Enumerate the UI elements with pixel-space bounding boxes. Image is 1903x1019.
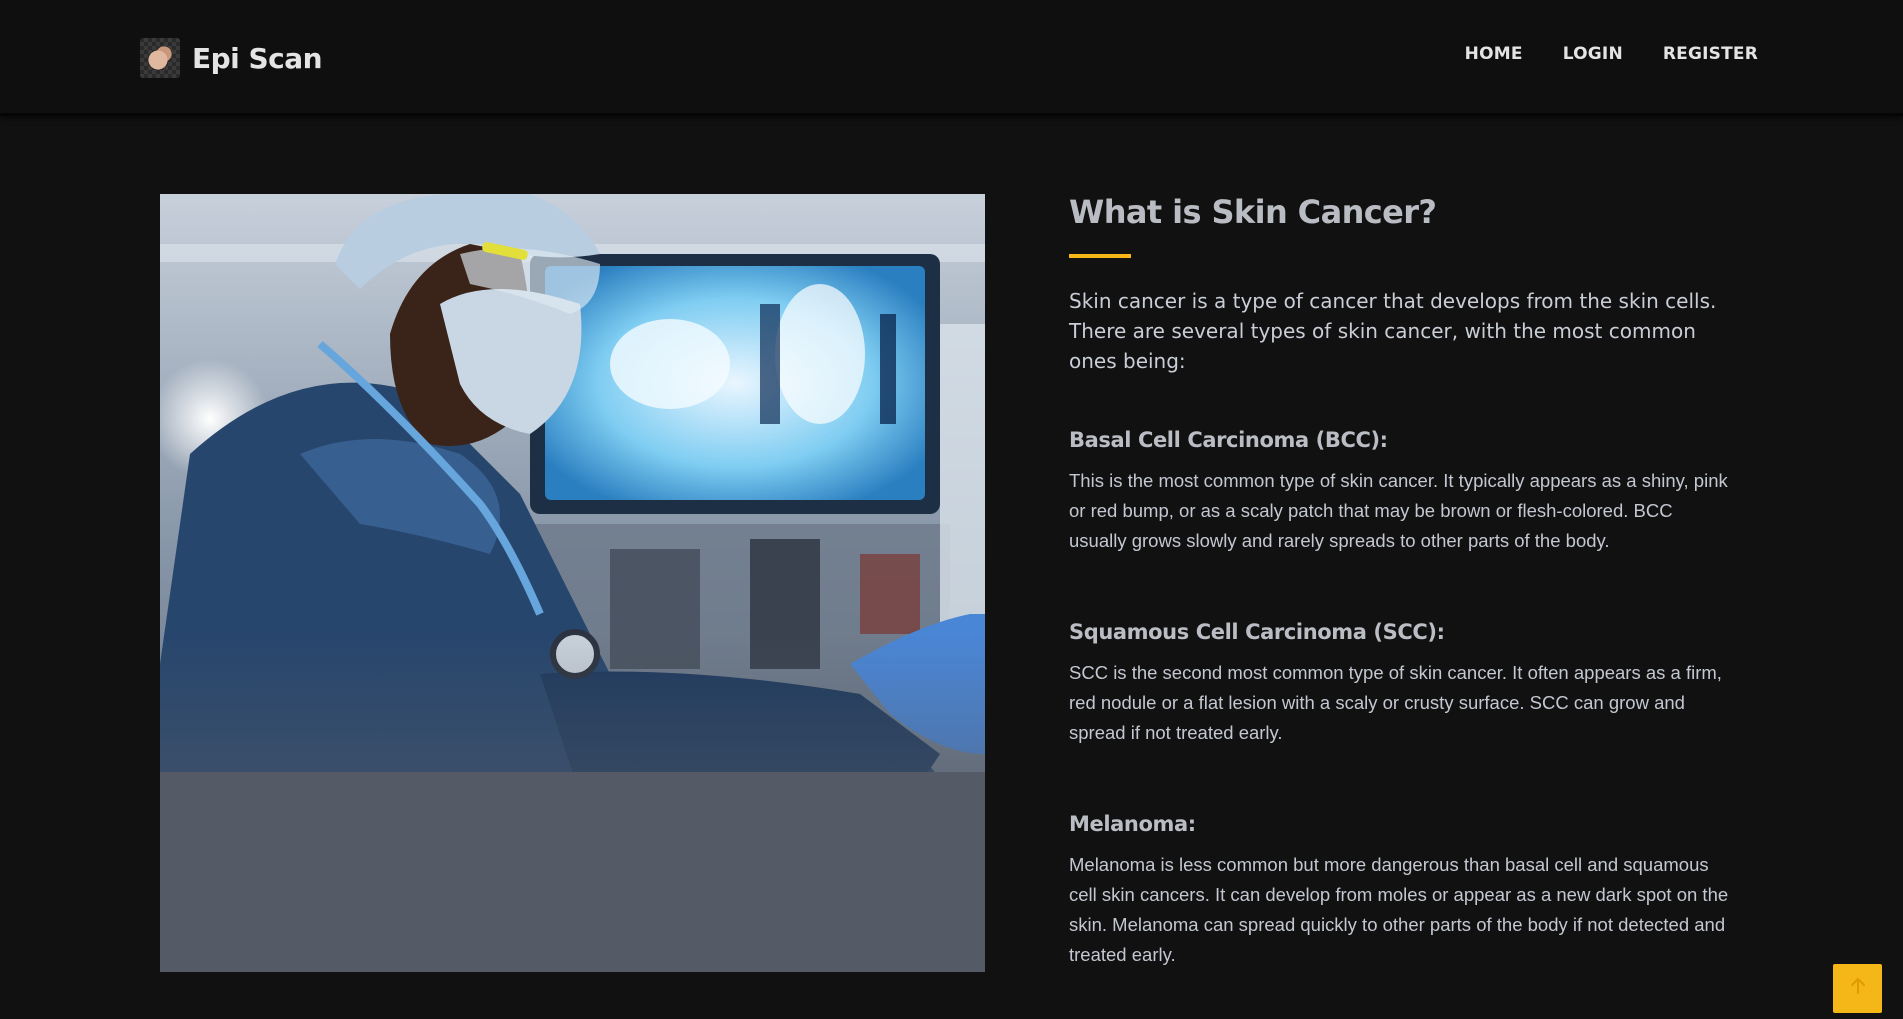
section-body: Melanoma is less common but more dangero…: [1069, 854, 1729, 965]
doctor-hero-image: [160, 194, 985, 972]
site-header: Epi Scan HOME LOGIN REGISTER: [0, 0, 1903, 116]
section-bcc: Basal Cell Carcinoma (BCC): This is the …: [1069, 426, 1729, 556]
section-heading: Squamous Cell Carcinoma (SCC):: [1069, 620, 1445, 644]
title-underline: [1069, 254, 1131, 258]
intro-text: Skin cancer is a type of cancer that dev…: [1069, 289, 1717, 373]
section-heading: Melanoma:: [1069, 812, 1196, 836]
nav-register[interactable]: REGISTER: [1663, 44, 1758, 64]
scroll-to-top-button[interactable]: [1833, 964, 1882, 1013]
brand-link[interactable]: Epi Scan: [140, 38, 323, 78]
logo-icon: [140, 38, 180, 78]
section-scc: Squamous Cell Carcinoma (SCC): SCC is th…: [1069, 618, 1729, 748]
main-nav: HOME LOGIN REGISTER: [1465, 44, 1758, 64]
arrow-up-icon: [1850, 977, 1866, 1000]
page-title: What is Skin Cancer?: [1069, 193, 1437, 231]
section-body: SCC is the second most common type of sk…: [1069, 662, 1722, 743]
section-melanoma: Melanoma: Melanoma is less common but mo…: [1069, 810, 1729, 970]
brand-name: Epi Scan: [192, 41, 323, 75]
skin-cancer-info: What is Skin Cancer? Skin cancer is a ty…: [1069, 190, 1729, 965]
section-heading: Basal Cell Carcinoma (BCC):: [1069, 428, 1388, 452]
section-body: This is the most common type of skin can…: [1069, 470, 1728, 551]
nav-login[interactable]: LOGIN: [1563, 44, 1623, 64]
nav-home[interactable]: HOME: [1465, 44, 1523, 64]
